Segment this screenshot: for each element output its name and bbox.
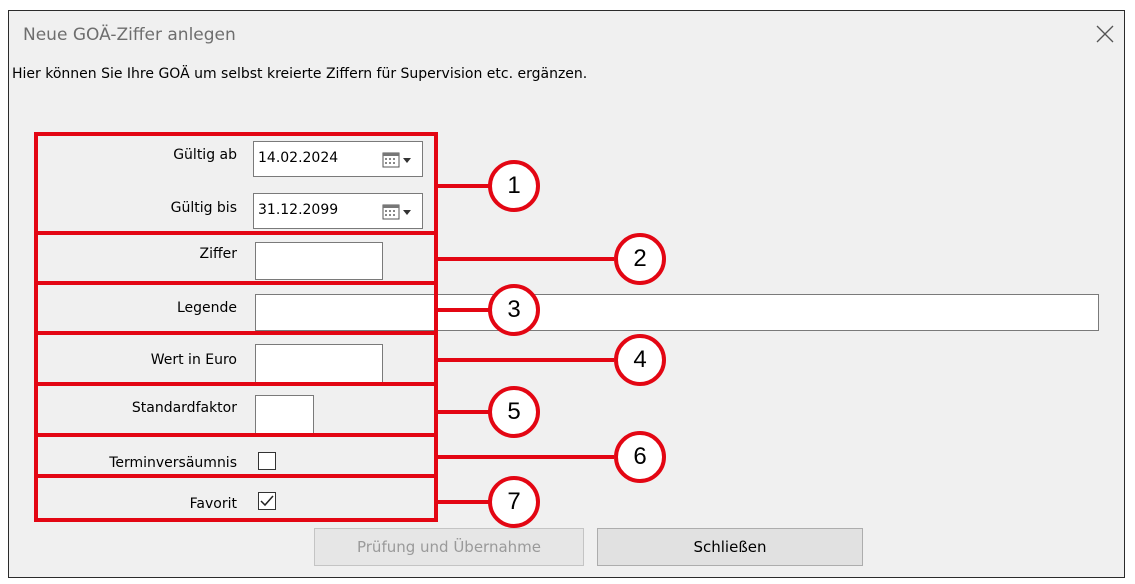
- annotation-circle-5: 5: [488, 386, 540, 438]
- annotation-connector: [434, 500, 490, 504]
- annotation-divider: [34, 231, 438, 235]
- annotation-circle-6: 6: [614, 431, 666, 483]
- annotation-connector: [434, 455, 614, 459]
- annotation-divider: [34, 382, 438, 386]
- annotation-divider: [34, 433, 438, 437]
- annotation-connector: [434, 257, 614, 261]
- annotation-outline: [34, 132, 438, 522]
- annotation-circle-1: 1: [488, 160, 540, 212]
- pruefung-uebernahme-button[interactable]: Prüfung und Übernahme: [314, 528, 584, 566]
- annotation-connector: [434, 184, 490, 188]
- annotation-circle-4: 4: [614, 334, 666, 386]
- annotation-divider: [34, 281, 438, 285]
- annotation-connector: [434, 358, 614, 362]
- title-bar: Neue GOÄ-Ziffer anlegen: [9, 11, 1124, 55]
- annotation-divider: [34, 331, 438, 335]
- annotation-divider: [34, 474, 438, 478]
- close-icon[interactable]: [1094, 23, 1116, 45]
- annotation-circle-3: 3: [488, 284, 540, 336]
- annotation-circle-2: 2: [614, 233, 666, 285]
- annotation-circle-7: 7: [488, 476, 540, 528]
- dialog-description: Hier können Sie Ihre GOÄ um selbst kreie…: [12, 66, 588, 82]
- schliessen-button[interactable]: Schließen: [597, 528, 863, 566]
- annotation-connector: [434, 308, 490, 312]
- dialog-title: Neue GOÄ-Ziffer anlegen: [23, 25, 236, 45]
- annotation-connector: [434, 410, 490, 414]
